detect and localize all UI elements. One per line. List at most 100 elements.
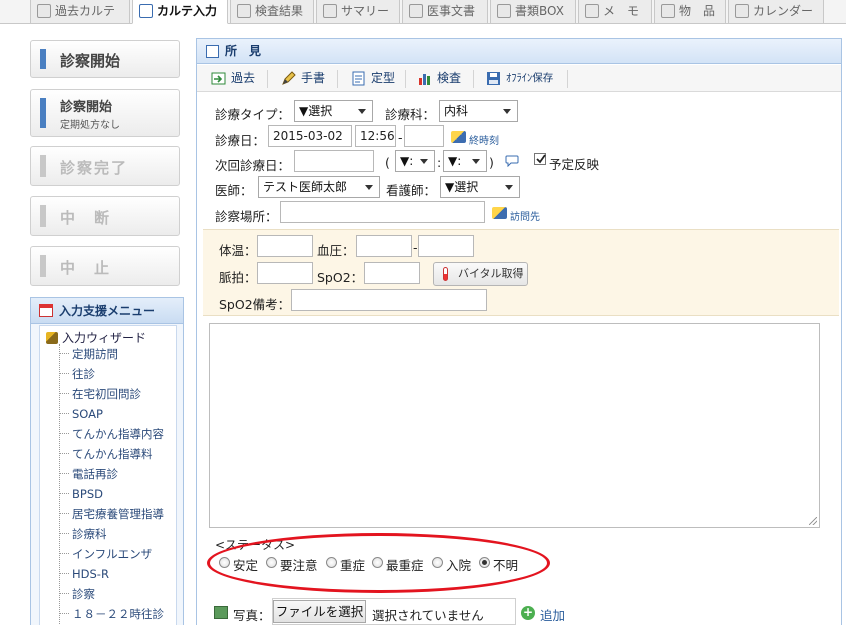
status-radio-caution[interactable] xyxy=(266,557,277,568)
doctor-select[interactable]: テスト医師太郎 xyxy=(258,176,380,198)
doctor-label: 医師： xyxy=(215,183,253,198)
findings-textarea[interactable] xyxy=(209,323,820,528)
button-accent-bar xyxy=(40,98,46,128)
bp-diastolic-input[interactable] xyxy=(418,235,474,257)
tree-item-periodic-visit[interactable]: 定期訪問 xyxy=(59,344,177,364)
close-paren: ) xyxy=(489,155,494,170)
button-accent-bar xyxy=(40,49,46,69)
toolbar-separator xyxy=(337,70,338,88)
status-radio-severe[interactable] xyxy=(326,557,337,568)
tab-label: カレンダー xyxy=(753,4,814,18)
offline-save-label: ｵﾌﾗｲﾝ保存 xyxy=(506,72,554,84)
next-visit-date-input[interactable] xyxy=(294,150,374,172)
get-vitals-button[interactable]: バイタル取得 xyxy=(433,262,528,286)
temperature-input[interactable] xyxy=(257,235,313,257)
bp-systolic-input[interactable] xyxy=(356,235,412,257)
tab-lab-results[interactable]: 検査結果 xyxy=(230,0,314,24)
spo2-label: SpO2： xyxy=(317,270,364,285)
status-option-label: 重症 xyxy=(340,558,366,573)
spo2-note-input[interactable] xyxy=(291,289,487,311)
top-tab-bar: 過去カルテ カルテ入力 検査結果 サマリー 医事文書 書類BOX メ モ 物 品… xyxy=(0,0,846,24)
nurse-label: 看護師： xyxy=(386,183,437,198)
past-button[interactable]: 過去 xyxy=(211,69,255,89)
template-icon xyxy=(352,71,365,86)
tab-past-karte[interactable]: 過去カルテ xyxy=(30,0,130,24)
department-label: 診療科： xyxy=(385,107,436,122)
tree-item-bpsd[interactable]: BPSD xyxy=(59,484,177,504)
spo2-input[interactable] xyxy=(364,262,420,284)
toolbar-separator xyxy=(267,70,268,88)
next-visit-hour-select[interactable]: ▼: xyxy=(395,150,435,172)
nurse-select[interactable]: ▼選択 xyxy=(440,176,520,198)
findings-header: 所 見 xyxy=(197,39,841,64)
toolbar-separator xyxy=(567,70,568,88)
visit-type-select[interactable]: ▼選択 xyxy=(294,100,373,122)
resize-grip[interactable] xyxy=(809,517,817,525)
finish-exam-button[interactable]: 診察完了 xyxy=(30,146,180,186)
tree-item-home-care-guidance[interactable]: 居宅療養管理指導 xyxy=(59,504,177,524)
tree-item-exam[interactable]: 診察 xyxy=(59,584,177,604)
end-time-link[interactable]: 終時刻 xyxy=(451,131,499,147)
tab-medical-documents[interactable]: 医事文書 xyxy=(402,0,488,24)
tree-item-house-call[interactable]: 往診 xyxy=(59,364,177,384)
status-radio-stable[interactable] xyxy=(219,557,230,568)
lab-button[interactable]: 検査 xyxy=(417,69,461,89)
tree-item-department[interactable]: 診療科 xyxy=(59,524,177,544)
tree-item-evening-house-call[interactable]: １８－２２時往診 xyxy=(59,604,177,624)
tab-document-box[interactable]: 書類BOX xyxy=(490,0,576,24)
tree-item-epilepsy-fee[interactable]: てんかん指導料 xyxy=(59,444,177,464)
interrupt-button[interactable]: 中 断 xyxy=(30,196,180,236)
pen-icon xyxy=(282,71,296,85)
choose-file-button[interactable]: ファイルを選択 xyxy=(273,600,366,623)
start-time-input[interactable]: 12:56 xyxy=(355,125,396,147)
tree-item-influenza[interactable]: インフルエンザ xyxy=(59,544,177,564)
time-separator: - xyxy=(398,130,403,145)
tab-label: 検査結果 xyxy=(255,4,304,18)
menu-title: 入力支援メニュー xyxy=(59,304,156,318)
memo-icon xyxy=(585,4,599,18)
status-radio-critical[interactable] xyxy=(372,557,383,568)
offline-save-button[interactable]: ｵﾌﾗｲﾝ保存 xyxy=(486,69,553,89)
tab-memo[interactable]: メ モ xyxy=(578,0,652,24)
start-exam-button[interactable]: 診察開始 xyxy=(30,40,180,78)
summary-icon xyxy=(323,4,337,18)
box-icon xyxy=(497,4,511,18)
pulse-label: 脈拍： xyxy=(219,270,257,285)
plan-reflect-label: 予定反映 xyxy=(549,157,600,172)
add-photo-button[interactable]: + 追加 xyxy=(521,605,565,624)
cancel-exam-button[interactable]: 中 止 xyxy=(30,246,180,286)
tab-goods[interactable]: 物 品 xyxy=(654,0,726,24)
exam-date-input[interactable]: 2015-03-02 xyxy=(268,125,352,147)
tree-item-initial-interview[interactable]: 在宅初回問診 xyxy=(59,384,177,404)
tab-calendar[interactable]: カレンダー xyxy=(728,0,824,24)
clock-pencil-icon xyxy=(451,131,466,143)
exam-place-input[interactable] xyxy=(280,201,485,223)
handwrite-button[interactable]: 手書 xyxy=(281,69,325,89)
status-radio-hospitalized[interactable] xyxy=(432,557,443,568)
tree-item-phone-revisit[interactable]: 電話再診 xyxy=(59,464,177,484)
exam-date-label: 診療日： xyxy=(215,133,266,148)
tree-item-epilepsy-guidance[interactable]: てんかん指導内容 xyxy=(59,424,177,444)
speech-bubble-icon[interactable] xyxy=(505,155,519,167)
visit-destination-link[interactable]: 訪問先 xyxy=(492,207,540,223)
status-option-label: 不明 xyxy=(493,558,519,573)
location-pencil-icon xyxy=(492,207,507,219)
time-colon: : xyxy=(437,155,442,170)
tab-label: 医事文書 xyxy=(427,4,476,18)
pulse-input[interactable] xyxy=(257,262,313,284)
start-exam-no-prescription-button[interactable]: 診察開始 定期処方なし xyxy=(30,89,180,137)
department-select[interactable]: 内科 xyxy=(439,100,518,122)
template-button[interactable]: 定型 xyxy=(351,69,395,89)
button-accent-bar xyxy=(40,255,46,277)
next-visit-minute-select[interactable]: ▼: xyxy=(443,150,487,172)
no-prescription-sublabel: 定期処方なし xyxy=(60,120,120,131)
open-paren: ( xyxy=(385,155,390,170)
start-exam-label: 診察開始 xyxy=(60,100,113,115)
status-radio-unknown[interactable] xyxy=(479,557,490,568)
tab-summary[interactable]: サマリー xyxy=(316,0,400,24)
tree-item-soap[interactable]: SOAP xyxy=(59,404,177,424)
plan-reflect-checkbox[interactable] xyxy=(534,153,546,165)
tree-item-hds-r[interactable]: HDS-R xyxy=(59,564,177,584)
tab-karte-input[interactable]: カルテ入力 xyxy=(132,0,228,24)
end-time-input[interactable] xyxy=(404,125,444,147)
